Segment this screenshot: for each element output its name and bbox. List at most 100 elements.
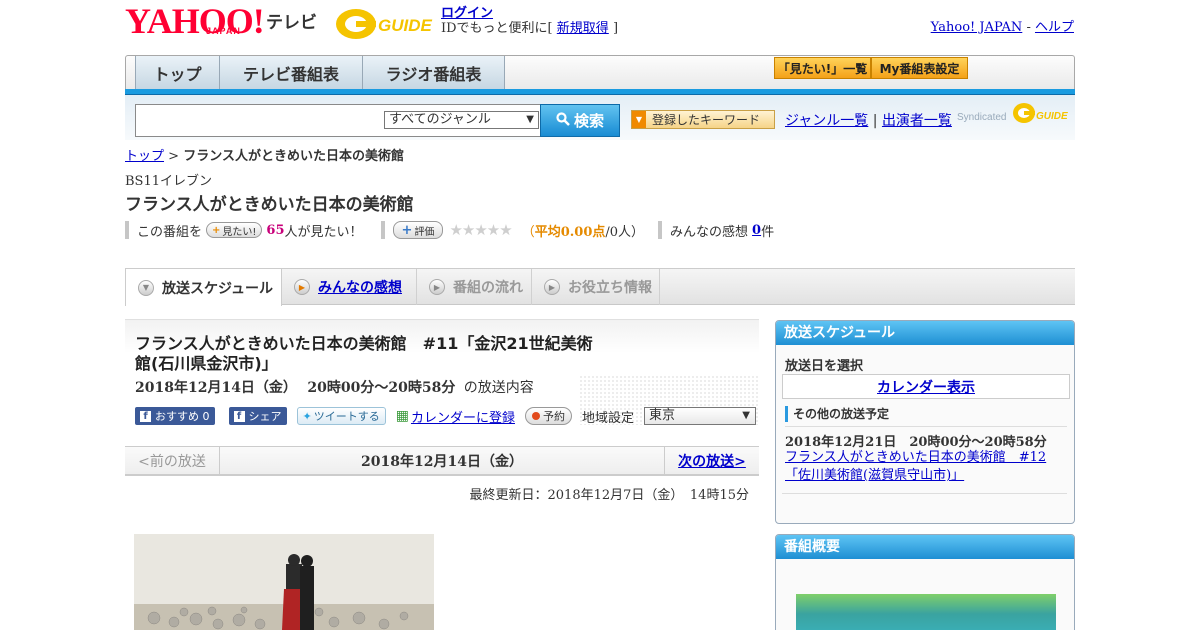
genre-list-link[interactable]: ジャンル一覧: [785, 113, 868, 129]
breadcrumb-sep: >: [168, 149, 180, 164]
performer-list-link[interactable]: 出演者一覧: [882, 113, 952, 129]
genre-selected: すべてのジャンル: [389, 112, 491, 127]
other-broadcast-date: 2018年12月21日 20時00分～20時58分: [785, 435, 1047, 450]
gguide-small-logo: GUIDE: [1012, 101, 1068, 125]
impressions-unit: 件: [761, 224, 775, 240]
register-link[interactable]: 新規取得: [557, 21, 609, 36]
divider: [785, 426, 1067, 427]
plus-icon: +: [212, 224, 221, 236]
facebook-recommend-button[interactable]: f おすすめ 0: [135, 407, 215, 425]
overview-box: 番組概要: [775, 534, 1075, 630]
yahoo-japan-link[interactable]: Yahoo! JAPAN: [931, 20, 1023, 35]
channel-name: BS11イレブン: [125, 174, 213, 189]
share-row: f おすすめ 0 f シェア ✦ ツイートする ▦ カレンダーに登録 予約 地域…: [135, 406, 756, 426]
region-value: 東京: [648, 408, 675, 423]
tab-program-flow[interactable]: ▶ 番組の流れ: [417, 269, 532, 305]
tab-radio-schedule[interactable]: ラジオ番組表: [363, 56, 505, 90]
rating-stars-icon: ★★★★★: [449, 221, 512, 239]
chevron-down-icon: ▼: [138, 279, 154, 296]
facebook-share-button[interactable]: f シェア: [228, 407, 287, 425]
page-title: フランス人がときめいた日本の美術館: [125, 195, 414, 215]
tab-top[interactable]: トップ: [135, 56, 220, 90]
episode-date-day: 2018年12月14日（金）: [135, 380, 297, 396]
tab-label: 番組の流れ: [453, 280, 523, 296]
calendar-icon: ▦: [395, 408, 409, 424]
link-divider: |: [872, 113, 878, 129]
calendar-display-link[interactable]: カレンダー表示: [877, 377, 975, 397]
yahoo-japan-sublogo: JAPAN: [206, 26, 241, 36]
rate-button[interactable]: + 評価: [392, 221, 444, 239]
want-prefix: この番組を: [137, 224, 203, 240]
record-dot-icon: [531, 412, 540, 420]
fb-recommend-label: おすすめ 0: [155, 410, 210, 423]
syndicated-label: Syndicated: [957, 112, 1007, 123]
dropdown-arrow-icon: ▼: [526, 114, 534, 125]
bird-icon: ✦: [302, 409, 312, 423]
tv-label: テレビ: [266, 13, 317, 33]
episode-photo: [134, 534, 434, 630]
dropdown-arrow-icon: ▼: [742, 410, 750, 421]
impressions-count-link[interactable]: 0: [752, 223, 761, 238]
genre-select[interactable]: すべてのジャンル ▼: [384, 111, 539, 129]
id-prefix: IDでもっと便利に[: [441, 21, 553, 36]
tab-label: お役立ち情報: [568, 280, 652, 296]
my-schedule-button[interactable]: My番組表設定: [871, 57, 968, 79]
want-list-button[interactable]: 「見たい!」一覧: [774, 57, 871, 79]
tweet-label: ツイートする: [313, 410, 380, 423]
region-label: 地域設定: [581, 410, 634, 426]
divider-bar: [380, 221, 385, 239]
next-episode[interactable]: 次の放送>: [664, 447, 759, 475]
reserve-label: 予約: [542, 410, 565, 423]
tab-broadcast-schedule[interactable]: ▼ 放送スケジュール: [125, 268, 282, 306]
rate-button-label: 評価: [414, 226, 435, 238]
triangle-down-icon: ▼: [632, 111, 646, 128]
tab-tv-schedule[interactable]: テレビ番組表: [220, 56, 363, 90]
reserve-button[interactable]: 予約: [524, 407, 572, 425]
registered-keyword-label: 登録したキーワード: [652, 113, 761, 127]
calendar-register[interactable]: ▦ カレンダーに登録: [396, 407, 515, 426]
tab-label: 放送スケジュール: [162, 280, 274, 297]
top-right-links: Yahoo! JAPAN - ヘルプ: [931, 16, 1074, 35]
breadcrumb-home[interactable]: トップ: [125, 149, 164, 164]
want-count: 65: [266, 222, 285, 238]
episode-time: 20時00分～20時58分: [307, 380, 456, 396]
tab-label[interactable]: みんなの感想: [318, 277, 402, 297]
next-episode-link[interactable]: 次の放送>: [678, 451, 746, 471]
episode-navigation: <前の放送 2018年12月14日（金） 次の放送>: [125, 446, 759, 476]
overview-image: [796, 594, 1056, 630]
search-button[interactable]: 検索: [540, 104, 620, 137]
other-broadcast-link[interactable]: フランス人がときめいた日本の美術館 #12「佐川美術館(滋賀県守山市)」: [785, 450, 1046, 483]
impressions-label: みんなの感想: [670, 224, 749, 240]
chevron-right-icon: ▶: [294, 279, 310, 295]
breadcrumb: トップ > フランス人がときめいた日本の美術館: [125, 145, 404, 164]
login-block: ログイン IDでもっと便利に[ 新規取得 ]: [441, 6, 618, 36]
facebook-icon: f: [140, 410, 151, 422]
region-select[interactable]: 東京 ▼: [643, 407, 756, 425]
tweet-button[interactable]: ✦ ツイートする: [296, 407, 386, 425]
search-button-label: 検索: [573, 112, 604, 130]
tab-useful-info[interactable]: ▶ お役立ち情報: [532, 269, 660, 305]
registered-keyword-button[interactable]: ▼ 登録したキーワード: [631, 110, 775, 129]
overview-box-title: 番組概要: [776, 535, 1074, 559]
facebook-icon: f: [233, 410, 245, 422]
other-broadcast-entry: フランス人がときめいた日本の美術館 #12「佐川美術館(滋賀県守山市)」: [785, 449, 1071, 485]
calendar-register-link[interactable]: カレンダーに登録: [411, 407, 515, 426]
divider-bar: [125, 221, 129, 239]
calendar-display-button[interactable]: カレンダー表示: [782, 374, 1070, 399]
divider: [782, 493, 1067, 494]
select-date-label: 放送日を選択: [785, 359, 864, 374]
yahoo-logo[interactable]: YAHOO!: [125, 3, 265, 39]
login-link[interactable]: ログイン: [441, 6, 493, 21]
want-button[interactable]: + 見たい!: [206, 222, 263, 238]
other-broadcasts-heading: その他の放送予定: [785, 406, 889, 422]
program-stats: この番組を + 見たい! 65 人が見たい！ + 評価 ★★★★★ （ 平均0.…: [125, 220, 774, 240]
tab-impressions[interactable]: ▶ みんなの感想: [282, 269, 417, 305]
episode-date-suffix: の放送内容: [463, 380, 534, 396]
help-link[interactable]: ヘルプ: [1035, 20, 1074, 35]
last-updated: 最終更新日：2018年12月7日（金） 14時15分: [469, 488, 749, 503]
schedule-box: 放送スケジュール 放送日を選択 カレンダー表示 その他の放送予定 2018年12…: [775, 320, 1075, 524]
episode-date: 2018年12月14日（金） 20時00分～20時58分 の放送内容: [135, 377, 534, 397]
plus-icon: +: [401, 222, 413, 238]
avg-score: 平均0.00点: [534, 224, 606, 240]
program-subtabs: ▼ 放送スケジュール ▶ みんなの感想 ▶ 番組の流れ ▶ お役立ち情報: [125, 268, 1075, 306]
